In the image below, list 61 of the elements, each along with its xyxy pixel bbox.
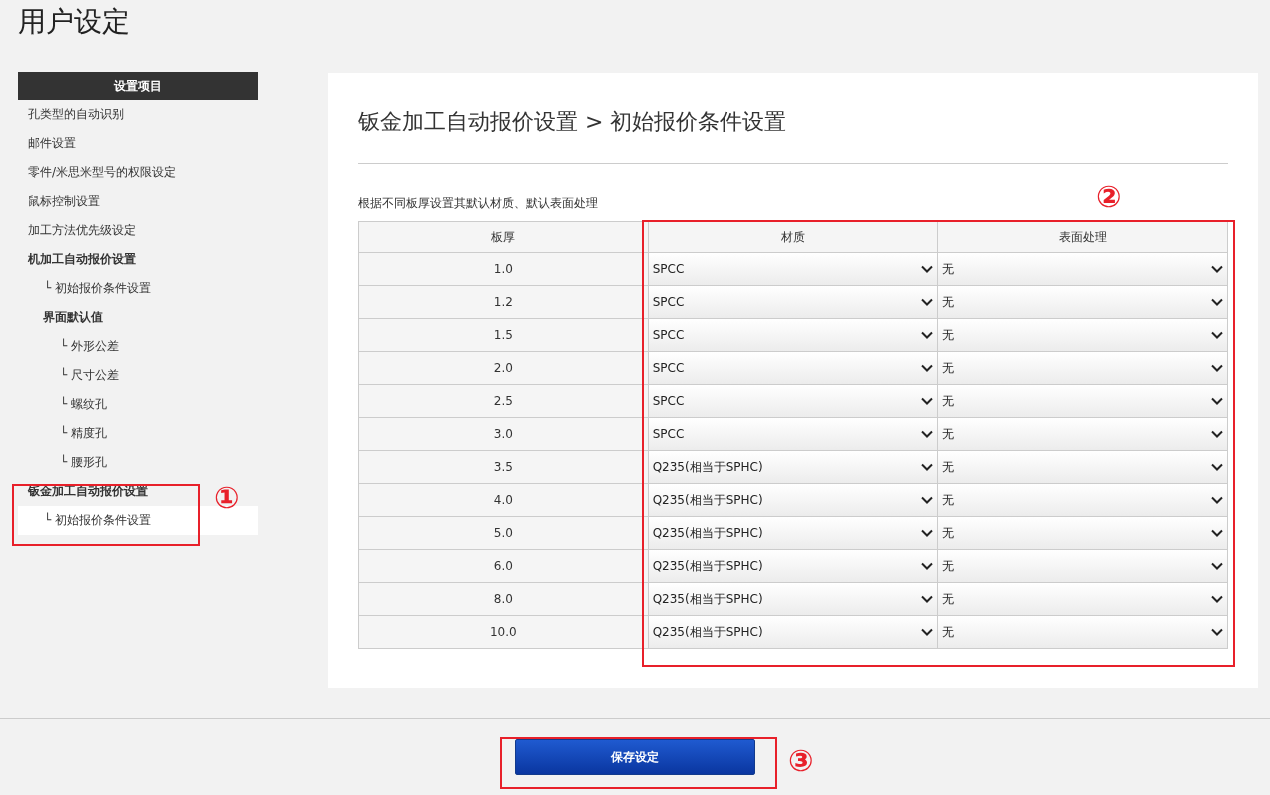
table-cell: 4.0: [359, 484, 649, 517]
chevron-down-icon: [1211, 298, 1223, 306]
table-cell: 1.0: [359, 253, 649, 286]
chevron-down-icon: [1211, 529, 1223, 537]
table-cell: 6.0: [359, 550, 649, 583]
chevron-down-icon: [1211, 265, 1223, 273]
chevron-down-icon: [1211, 628, 1223, 636]
annotation-number: ②: [1096, 180, 1122, 214]
sidebar-item[interactable]: └ 腰形孔: [60, 448, 108, 477]
chevron-down-icon: [921, 298, 934, 306]
chevron-down-icon: [921, 496, 934, 504]
chevron-down-icon: [921, 463, 934, 471]
chevron-down-icon: [921, 397, 934, 405]
sidebar-item[interactable]: 鼠标控制设置: [28, 187, 100, 216]
table-cell: 1.2: [359, 286, 649, 319]
sidebar-item[interactable]: 加工方法优先级设定: [28, 216, 136, 245]
table-cell: 2.0: [359, 352, 649, 385]
chevron-down-icon: [921, 331, 934, 339]
sidebar-item[interactable]: └ 外形公差: [60, 332, 120, 361]
chevron-down-icon: [921, 529, 934, 537]
sidebar-item[interactable]: └ 尺寸公差: [60, 361, 120, 390]
chevron-down-icon: [921, 430, 934, 438]
sidebar-header: 设置项目: [18, 72, 258, 100]
chevron-down-icon: [1211, 562, 1223, 570]
sidebar-item[interactable]: └ 初始报价条件设置: [44, 506, 152, 535]
chevron-down-icon: [1211, 595, 1223, 603]
section-heading: 钣金加工自动报价设置 > 初始报价条件设置: [358, 108, 788, 136]
save-button[interactable]: 保存设定: [515, 739, 755, 775]
chevron-down-icon: [921, 562, 934, 570]
chevron-down-icon: [921, 265, 934, 273]
column-header: 板厚: [359, 222, 649, 253]
page-title: 用户设定: [18, 4, 130, 40]
table-cell: 8.0: [359, 583, 649, 616]
sidebar-item[interactable]: └ 精度孔: [60, 419, 108, 448]
sidebar-item[interactable]: 零件/米思米型号的权限设定: [28, 158, 177, 187]
annotation-number: ①: [214, 481, 240, 515]
table-cell: 3.0: [359, 418, 649, 451]
table-cell: 1.5: [359, 319, 649, 352]
table-cell: 5.0: [359, 517, 649, 550]
table-cell: 3.5: [359, 451, 649, 484]
column-header: 表面处理: [938, 222, 1228, 253]
sidebar-group[interactable]: 机加工自动报价设置: [28, 245, 136, 274]
table-cell: 10.0: [359, 616, 649, 649]
chevron-down-icon: [1211, 463, 1223, 471]
chevron-down-icon: [921, 595, 934, 603]
table-cell: 2.5: [359, 385, 649, 418]
sidebar-item[interactable]: └ 螺纹孔: [60, 390, 108, 419]
sidebar-item[interactable]: 孔类型的自动识别: [28, 100, 124, 129]
chevron-down-icon: [1211, 397, 1223, 405]
chevron-down-icon: [1211, 364, 1223, 372]
annotation-number: ③: [788, 744, 814, 778]
sidebar-item[interactable]: └ 初始报价条件设置: [44, 274, 152, 303]
column-header: 材质: [648, 222, 939, 253]
chevron-down-icon: [1211, 331, 1223, 339]
chevron-down-icon: [1211, 496, 1223, 504]
chevron-down-icon: [921, 364, 934, 372]
chevron-down-icon: [1211, 430, 1223, 438]
sidebar-item[interactable]: 邮件设置: [28, 129, 76, 158]
chevron-down-icon: [921, 628, 934, 636]
description-text: 根据不同板厚设置其默认材质、默认表面处理: [358, 195, 598, 211]
sidebar-group[interactable]: 界面默认值: [43, 303, 103, 332]
